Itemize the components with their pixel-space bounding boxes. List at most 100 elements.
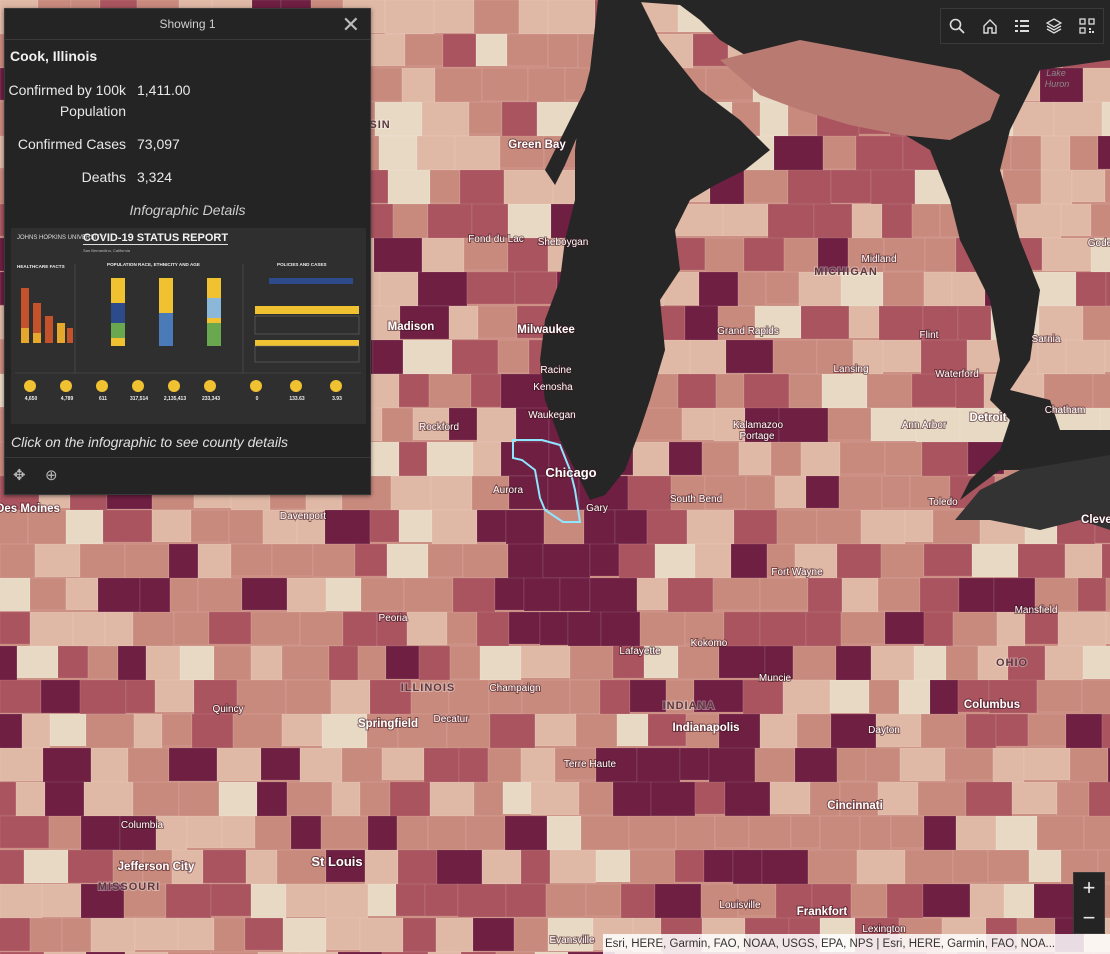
county-polygon[interactable] (600, 611, 641, 650)
county-polygon[interactable] (458, 747, 489, 785)
county-polygon[interactable] (717, 305, 756, 344)
county-polygon[interactable] (191, 713, 234, 749)
county-polygon[interactable] (41, 883, 82, 918)
county-polygon[interactable] (807, 849, 858, 887)
county-polygon[interactable] (29, 577, 67, 611)
county-polygon[interactable] (969, 883, 1005, 921)
county-polygon[interactable] (778, 407, 829, 445)
county-polygon[interactable] (384, 0, 435, 35)
county-polygon[interactable] (505, 883, 547, 918)
county-polygon[interactable] (385, 645, 420, 680)
county-polygon[interactable] (1097, 135, 1110, 170)
county-polygon[interactable] (667, 577, 714, 614)
county-polygon[interactable] (725, 339, 774, 374)
county-polygon[interactable] (922, 883, 971, 918)
qr-icon[interactable] (1071, 9, 1103, 43)
county-polygon[interactable] (945, 645, 979, 683)
county-polygon[interactable] (502, 781, 532, 815)
county-polygon[interactable] (470, 373, 502, 408)
county-polygon[interactable] (378, 135, 418, 174)
county-polygon[interactable] (186, 815, 223, 849)
county-polygon[interactable] (132, 611, 175, 648)
county-polygon[interactable] (372, 339, 404, 375)
county-polygon[interactable] (127, 747, 170, 784)
county-polygon[interactable] (457, 883, 507, 918)
county-polygon[interactable] (505, 509, 545, 547)
county-polygon[interactable] (369, 509, 400, 543)
county-polygon[interactable] (1056, 781, 1090, 820)
county-polygon[interactable] (473, 0, 520, 35)
county-polygon[interactable] (479, 645, 522, 681)
county-polygon[interactable] (1071, 169, 1106, 203)
county-polygon[interactable] (57, 645, 89, 679)
county-polygon[interactable] (742, 679, 784, 718)
county-polygon[interactable] (367, 815, 398, 853)
county-polygon[interactable] (286, 577, 327, 615)
county-polygon[interactable] (589, 577, 638, 614)
county-polygon[interactable] (787, 169, 832, 206)
county-polygon[interactable] (1105, 577, 1110, 612)
county-polygon[interactable] (1090, 203, 1110, 238)
county-polygon[interactable] (836, 543, 882, 582)
county-polygon[interactable] (197, 543, 232, 581)
county-polygon[interactable] (913, 645, 947, 682)
county-polygon[interactable] (1069, 135, 1099, 174)
county-polygon[interactable] (454, 135, 501, 173)
county-polygon[interactable] (827, 407, 872, 441)
county-polygon[interactable] (281, 713, 323, 747)
county-polygon[interactable] (620, 883, 656, 921)
county-polygon[interactable] (898, 679, 931, 716)
county-polygon[interactable] (792, 645, 837, 681)
county-polygon[interactable] (859, 815, 892, 854)
county-polygon[interactable] (508, 611, 541, 645)
county-polygon[interactable] (829, 679, 870, 714)
county-polygon[interactable] (770, 441, 802, 477)
county-polygon[interactable] (241, 577, 288, 611)
county-polygon[interactable] (790, 815, 821, 849)
county-polygon[interactable] (500, 441, 550, 477)
county-polygon[interactable] (1105, 611, 1110, 645)
county-polygon[interactable] (448, 305, 479, 340)
county-polygon[interactable] (421, 237, 465, 276)
county-polygon[interactable] (636, 747, 681, 784)
county-polygon[interactable] (0, 645, 18, 682)
county-polygon[interactable] (881, 203, 913, 241)
county-polygon[interactable] (583, 509, 616, 548)
county-polygon[interactable] (328, 645, 359, 684)
county-polygon[interactable] (923, 543, 973, 577)
county-polygon[interactable] (403, 577, 454, 615)
county-polygon[interactable] (395, 883, 426, 917)
county-polygon[interactable] (1104, 339, 1110, 373)
county-polygon[interactable] (788, 373, 823, 409)
county-polygon[interactable] (190, 509, 230, 543)
county-polygon[interactable] (260, 747, 301, 781)
county-polygon[interactable] (546, 815, 582, 853)
county-polygon[interactable] (366, 33, 406, 67)
county-polygon[interactable] (841, 577, 879, 615)
county-polygon[interactable] (1064, 543, 1103, 581)
county-polygon[interactable] (952, 611, 998, 647)
county-polygon[interactable] (90, 747, 129, 785)
county-polygon[interactable] (1101, 543, 1110, 582)
county-polygon[interactable] (0, 781, 17, 817)
county-polygon[interactable] (462, 543, 509, 579)
county-polygon[interactable] (501, 101, 538, 140)
zoom-in-button[interactable]: + (1074, 873, 1104, 903)
county-polygon[interactable] (776, 509, 818, 546)
county-polygon[interactable] (282, 917, 327, 954)
county-polygon[interactable] (882, 339, 922, 373)
county-polygon[interactable] (0, 849, 25, 886)
county-polygon[interactable] (1101, 713, 1110, 751)
county-polygon[interactable] (732, 849, 763, 885)
county-polygon[interactable] (286, 781, 333, 817)
county-polygon[interactable] (1011, 781, 1058, 815)
county-polygon[interactable] (822, 135, 857, 170)
county-polygon[interactable] (547, 33, 579, 69)
county-polygon[interactable] (575, 713, 618, 752)
county-polygon[interactable] (312, 543, 356, 578)
county-polygon[interactable] (245, 849, 278, 888)
county-polygon[interactable] (830, 169, 872, 204)
county-polygon[interactable] (367, 883, 397, 917)
county-polygon[interactable] (402, 339, 453, 375)
county-polygon[interactable] (466, 271, 516, 305)
